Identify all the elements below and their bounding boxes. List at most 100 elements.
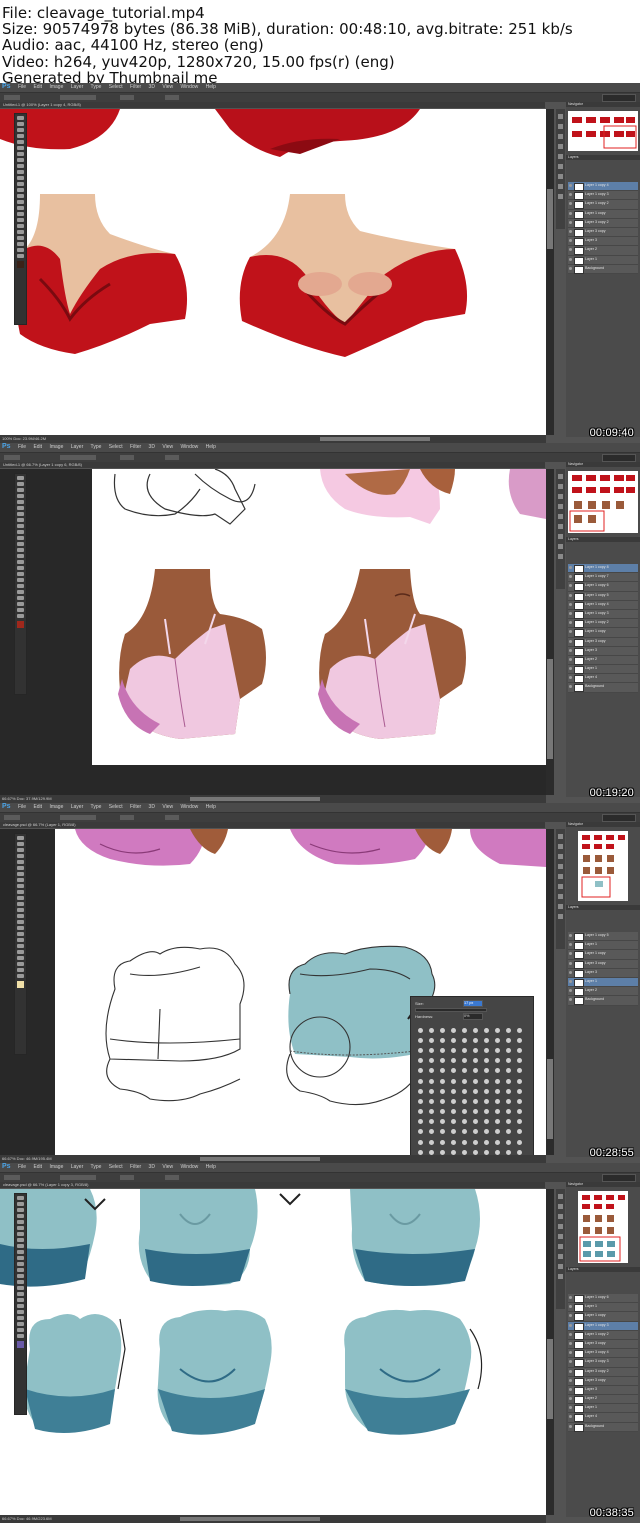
horizontal-scrollbar[interactable] <box>200 1157 320 1161</box>
layers-panel-header[interactable]: Layers <box>566 1267 640 1272</box>
navigator-preview[interactable] <box>578 1191 628 1263</box>
menu-items[interactable]: File Edit Image Layer Type Select Filter… <box>18 444 216 450</box>
brush-preset-popup[interactable]: Size: 17 px Hardness: 0% <box>410 996 534 1163</box>
brush-preset-picker[interactable] <box>4 1175 20 1180</box>
layer-row[interactable]: Layer 2 <box>568 1395 638 1405</box>
layer-row[interactable]: Layer 3 <box>568 969 638 978</box>
layer-row[interactable]: Background <box>568 996 638 1006</box>
horizontal-scrollbar[interactable] <box>320 437 430 441</box>
layer-row[interactable]: Layer 3 copy <box>568 638 638 647</box>
layer-row[interactable]: Layer 4 <box>568 1413 638 1423</box>
layer-row[interactable]: Layer 1 copy 2 <box>568 619 638 629</box>
panel-dock-icons[interactable] <box>556 829 565 949</box>
tools-panel[interactable] <box>14 1193 27 1415</box>
foreground-color-swatch[interactable] <box>17 261 24 268</box>
layer-row[interactable]: Layer 1 <box>568 977 638 988</box>
navigator-preview[interactable] <box>568 471 638 533</box>
layer-row[interactable]: Layer 1 copy 3 <box>568 191 638 201</box>
document-tab[interactable]: Untitled-1 @ 100% (Layer 1 copy 4, RGB/8… <box>0 102 545 108</box>
menu-items[interactable]: File Edit Image Layer Type Select Filter… <box>18 804 216 810</box>
workspace-select[interactable] <box>602 454 636 462</box>
layer-row[interactable]: Background <box>568 265 638 274</box>
flow-field[interactable] <box>165 455 179 460</box>
flow-field[interactable] <box>165 815 179 820</box>
layer-row[interactable]: Layer 1 copy 2 <box>568 200 638 210</box>
document-canvas[interactable] <box>0 109 546 435</box>
layer-row[interactable]: Layer 2 <box>568 656 638 666</box>
navigator-panel-header[interactable]: Navigator <box>566 102 640 107</box>
mode-select[interactable] <box>60 815 96 820</box>
flow-field[interactable] <box>165 1175 179 1180</box>
opacity-field[interactable] <box>120 1175 134 1180</box>
layer-row[interactable]: Layer 1 copy 5 <box>568 592 638 601</box>
tools-panel[interactable] <box>14 473 27 695</box>
vertical-scrollbar[interactable] <box>546 829 554 1155</box>
layers-panel-header[interactable]: Layers <box>566 905 640 910</box>
vertical-scrollbar[interactable] <box>546 109 554 435</box>
layer-row[interactable]: Layer 3 copy 3 <box>568 1358 638 1368</box>
layer-row[interactable]: Layer 1 copy 6 <box>568 582 638 592</box>
layer-row[interactable]: Layer 3 copy 2 <box>568 219 638 228</box>
layer-row[interactable]: Layer 3 copy <box>568 1340 638 1350</box>
mode-select[interactable] <box>60 455 96 460</box>
foreground-color-swatch[interactable] <box>17 1341 24 1348</box>
navigator-preview[interactable] <box>578 831 628 901</box>
foreground-color-swatch[interactable] <box>17 981 24 988</box>
opacity-field[interactable] <box>120 95 134 100</box>
menu-items[interactable]: File Edit Image Layer Type Select Filter… <box>18 84 216 90</box>
layer-row[interactable]: Layer 1 copy 3 <box>568 1321 638 1331</box>
layer-row[interactable]: Layer 1 copy 7 <box>568 573 638 583</box>
horizontal-scrollbar[interactable] <box>190 797 320 801</box>
layer-row[interactable]: Layer 2 <box>568 987 638 997</box>
layer-row[interactable]: Layer 1 <box>568 1303 638 1313</box>
tools-panel[interactable] <box>14 833 27 1055</box>
layer-row[interactable]: Layer 3 copy <box>568 1377 638 1386</box>
layer-row[interactable]: Layer 3 copy 2 <box>568 1368 638 1377</box>
document-tab[interactable]: cleavage.psd @ 66.7% (Layer 1 copy 3, RG… <box>0 1182 545 1188</box>
navigator-preview[interactable] <box>568 111 638 151</box>
mode-select[interactable] <box>60 95 96 100</box>
layer-row[interactable]: Layer 3 <box>568 237 638 247</box>
layer-row[interactable]: Layer 3 <box>568 647 638 656</box>
tools-panel[interactable] <box>14 113 27 325</box>
document-tab[interactable]: Untitled-1 @ 66.7% (Layer 1 copy 6, RGB/… <box>0 462 545 468</box>
layer-row[interactable]: Layer 3 copy <box>568 960 638 969</box>
navigator-panel-header[interactable]: Navigator <box>566 462 640 467</box>
layer-row[interactable]: Layer 4 <box>568 674 638 684</box>
brush-preset-picker[interactable] <box>4 95 20 100</box>
layer-row[interactable]: Layer 1 copy <box>568 210 638 219</box>
layers-panel-header[interactable]: Layers <box>566 155 640 160</box>
layer-row[interactable]: Layer 1 <box>568 256 638 265</box>
navigator-panel-header[interactable]: Navigator <box>566 1182 640 1187</box>
opacity-field[interactable] <box>120 815 134 820</box>
layer-row[interactable]: Layer 1 copy 4 <box>568 601 638 610</box>
layer-row[interactable]: Layer 1 copy 5 <box>568 932 638 942</box>
layer-row[interactable]: Layer 1 copy <box>568 628 638 638</box>
layer-row[interactable]: Layer 3 <box>568 1386 638 1396</box>
flow-field[interactable] <box>165 95 179 100</box>
layer-row[interactable]: Layer 3 copy 4 <box>568 1349 638 1359</box>
layer-row[interactable]: Background <box>568 683 638 693</box>
layer-row[interactable]: Layer 1 copy 2 <box>568 1331 638 1340</box>
layer-row[interactable]: Layer 1 <box>568 665 638 675</box>
layers-panel-header[interactable]: Layers <box>566 537 640 542</box>
layer-row[interactable]: Layer 3 copy <box>568 228 638 238</box>
document-canvas[interactable] <box>0 469 546 795</box>
layer-row[interactable]: Layer 1 copy 6 <box>568 1294 638 1304</box>
layer-row[interactable]: Background <box>568 1423 638 1432</box>
workspace-select[interactable] <box>602 94 636 102</box>
vertical-scrollbar[interactable] <box>546 469 554 795</box>
panel-dock-icons[interactable] <box>556 1189 565 1309</box>
layer-row[interactable]: Layer 1 copy 8 <box>568 564 638 574</box>
panel-dock-icons[interactable] <box>556 469 565 589</box>
layer-row[interactable]: Layer 1 copy 4 <box>568 182 638 192</box>
brush-preset-picker[interactable] <box>4 815 20 820</box>
workspace-select[interactable] <box>602 814 636 822</box>
foreground-color-swatch[interactable] <box>17 621 24 628</box>
horizontal-scrollbar[interactable] <box>180 1517 320 1521</box>
document-tab[interactable]: cleavage.psd @ 66.7% (Layer 1, RGB/8) <box>0 822 545 828</box>
menu-items[interactable]: File Edit Image Layer Type Select Filter… <box>18 1164 216 1170</box>
brush-size-slider[interactable] <box>415 1008 487 1012</box>
vertical-scrollbar[interactable] <box>546 1189 554 1515</box>
layer-row[interactable]: Layer 1 <box>568 1404 638 1414</box>
